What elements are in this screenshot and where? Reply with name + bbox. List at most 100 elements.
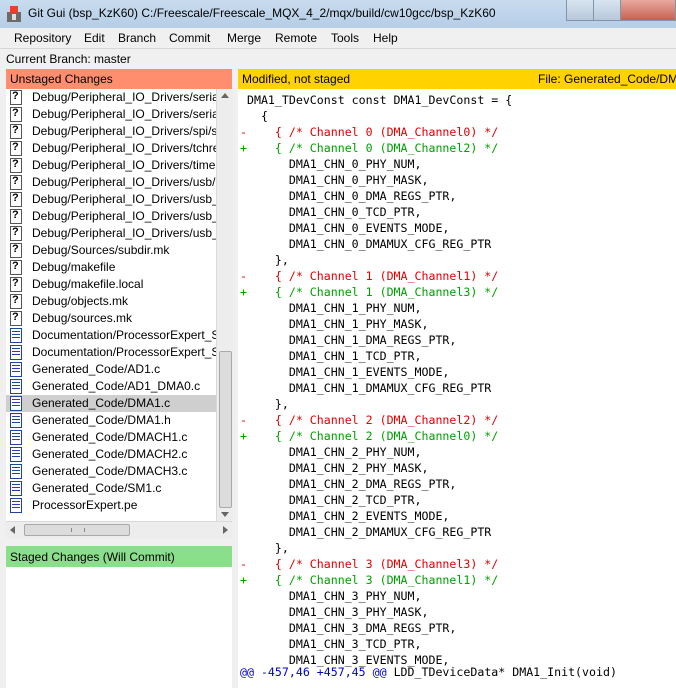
file-list-item[interactable]: Debug/Peripheral_IO_Drivers/usb_	[6, 191, 216, 208]
modified-file-icon[interactable]	[10, 396, 22, 411]
unknown-file-icon[interactable]	[10, 294, 22, 309]
file-name: Debug/Peripheral_IO_Drivers/usb_	[32, 226, 216, 240]
file-name: Debug/Peripheral_IO_Drivers/usb_	[32, 209, 216, 223]
file-name: Generated_Code/DMACH1.c	[32, 430, 188, 444]
scrollbar-thumb[interactable]	[219, 351, 232, 508]
diff-line-context: },	[240, 541, 289, 555]
modified-file-icon[interactable]	[10, 362, 22, 377]
menu-branch[interactable]: Branch	[118, 31, 156, 45]
diff-line-context: DMA1_CHN_0_PHY_NUM,	[240, 157, 422, 171]
unknown-file-icon[interactable]	[10, 209, 22, 224]
file-list-item[interactable]: Documentation/ProcessorExpert_S	[6, 327, 216, 344]
diff-viewer[interactable]: @@ -457,46 +457,45 @@ LDD_TDeviceData* D…	[238, 89, 676, 688]
menu-repository[interactable]: Repository	[14, 31, 71, 45]
file-list-item[interactable]: Generated_Code/DMACH2.c	[6, 446, 216, 463]
modified-file-icon[interactable]	[10, 379, 22, 394]
modified-file-icon[interactable]	[10, 430, 22, 445]
file-list-item[interactable]: Generated_Code/DMACH3.c	[6, 463, 216, 480]
unknown-file-icon[interactable]	[10, 243, 22, 258]
unknown-file-icon[interactable]	[10, 141, 22, 156]
scroll-down-arrow-icon[interactable]	[221, 512, 229, 517]
unknown-file-icon[interactable]	[10, 107, 22, 122]
file-name: Generated_Code/AD1.c	[32, 362, 161, 376]
window-title: Git Gui (bsp_KzK60) C:/Freescale/Freesca…	[28, 6, 496, 20]
file-list-item[interactable]: Debug/objects.mk	[6, 293, 216, 310]
scroll-up-arrow-icon[interactable]	[221, 93, 229, 98]
diff-line-context: DMA1_CHN_1_PHY_NUM,	[240, 301, 422, 315]
file-list-item[interactable]: Debug/Peripheral_IO_Drivers/serial	[6, 106, 216, 123]
file-name: Documentation/ProcessorExpert_S	[32, 328, 216, 342]
menu-commit[interactable]: Commit	[169, 31, 210, 45]
maximize-button[interactable]	[593, 0, 621, 21]
file-list-item[interactable]: ProcessorExpert.pe	[6, 497, 216, 514]
file-name: Debug/Peripheral_IO_Drivers/serial	[32, 107, 216, 121]
unknown-file-icon[interactable]	[10, 226, 22, 241]
file-list-item[interactable]: Debug/Peripheral_IO_Drivers/timer	[6, 157, 216, 174]
file-list-item[interactable]: Debug/Peripheral_IO_Drivers/usb/	[6, 174, 216, 191]
file-list-item[interactable]: Debug/Peripheral_IO_Drivers/spi/s	[6, 123, 216, 140]
file-name: Generated_Code/SM1.c	[32, 481, 162, 495]
close-button[interactable]	[620, 0, 676, 21]
diff-line-removed: - { /* Channel 3 (DMA_Channel3) */	[240, 557, 499, 571]
unknown-file-icon[interactable]	[10, 158, 22, 173]
unknown-file-icon[interactable]	[10, 124, 22, 139]
file-list-item[interactable]: Debug/Peripheral_IO_Drivers/usb_	[6, 225, 216, 242]
file-name: Debug/Peripheral_IO_Drivers/usb/	[32, 175, 216, 189]
menu-remote[interactable]: Remote	[275, 31, 317, 45]
file-list-item[interactable]: Generated_Code/SM1.c	[6, 480, 216, 497]
file-name: Debug/objects.mk	[32, 294, 129, 308]
file-list-item[interactable]: Debug/Peripheral_IO_Drivers/tchre	[6, 140, 216, 157]
file-list-item[interactable]: Documentation/ProcessorExpert_S	[6, 344, 216, 361]
file-name: Generated_Code/DMACH2.c	[32, 447, 188, 461]
staged-file-list[interactable]	[6, 567, 232, 688]
file-name: Debug/Peripheral_IO_Drivers/spi/s	[32, 124, 216, 138]
diff-line-context: DMA1_CHN_0_PHY_MASK,	[240, 173, 429, 187]
scrollbar-thumb[interactable]	[24, 524, 130, 536]
modified-file-icon[interactable]	[10, 498, 22, 513]
file-list-item[interactable]: Debug/Sources/subdir.mk	[6, 242, 216, 259]
unknown-file-icon[interactable]	[10, 175, 22, 190]
menu-bar: Repository Edit Branch Commit Merge Remo…	[0, 28, 676, 49]
diff-line-context: DMA1_CHN_2_TCD_PTR,	[240, 493, 422, 507]
menu-help[interactable]: Help	[373, 31, 398, 45]
unstaged-file-list[interactable]: Debug/Peripheral_IO_Drivers/serial Debug/…	[6, 89, 216, 521]
file-list-item[interactable]: Debug/makefile	[6, 259, 216, 276]
diff-line-context: DMA1_CHN_1_DMA_REGS_PTR,	[240, 333, 457, 347]
diff-line-context: DMA1_CHN_0_EVENTS_MODE,	[240, 221, 450, 235]
unstaged-changes-header: Unstaged Changes	[6, 69, 232, 89]
modified-file-icon[interactable]	[10, 345, 22, 360]
diff-line-context: DMA1_TDevConst const DMA1_DevConst = {	[240, 93, 513, 107]
modified-file-icon[interactable]	[10, 464, 22, 479]
menu-tools[interactable]: Tools	[331, 31, 359, 45]
file-list-item[interactable]: Debug/Peripheral_IO_Drivers/serial	[6, 89, 216, 106]
unknown-file-icon[interactable]	[10, 277, 22, 292]
modified-file-icon[interactable]	[10, 413, 22, 428]
scroll-right-arrow-icon[interactable]	[223, 526, 228, 534]
unknown-file-icon[interactable]	[10, 260, 22, 275]
unstaged-horizontal-scrollbar[interactable]	[6, 521, 232, 538]
file-name: Generated_Code/DMA1.h	[32, 413, 171, 427]
modified-file-icon[interactable]	[10, 447, 22, 462]
file-list-item[interactable]: Debug/Peripheral_IO_Drivers/usb_	[6, 208, 216, 225]
diff-line-added: + { /* Channel 2 (DMA_Channel0) */	[240, 429, 499, 443]
file-list-item[interactable]: Generated_Code/DMA1.h	[6, 412, 216, 429]
menu-edit[interactable]: Edit	[84, 31, 105, 45]
modified-file-icon[interactable]	[10, 328, 22, 343]
file-list-item[interactable]: Generated_Code/DMA1.c	[6, 395, 216, 412]
file-list-item[interactable]: Debug/sources.mk	[6, 310, 216, 327]
unknown-file-icon[interactable]	[10, 192, 22, 207]
scroll-left-arrow-icon[interactable]	[10, 526, 15, 534]
unstaged-vertical-scrollbar[interactable]	[216, 89, 233, 521]
file-list-item[interactable]: Generated_Code/AD1.c	[6, 361, 216, 378]
diff-header: Modified, not staged File: Generated_Cod…	[238, 69, 676, 89]
file-list-item[interactable]: Generated_Code/DMACH1.c	[6, 429, 216, 446]
minimize-button[interactable]	[566, 0, 594, 21]
menu-merge[interactable]: Merge	[227, 31, 261, 45]
unknown-file-icon[interactable]	[10, 90, 22, 105]
file-name: Debug/Peripheral_IO_Drivers/usb_	[32, 192, 216, 206]
unknown-file-icon[interactable]	[10, 311, 22, 326]
file-list-item[interactable]: Generated_Code/AD1_DMA0.c	[6, 378, 216, 395]
diff-line-context: DMA1_CHN_0_TCD_PTR,	[240, 205, 422, 219]
file-list-item[interactable]: Debug/makefile.local	[6, 276, 216, 293]
modified-file-icon[interactable]	[10, 481, 22, 496]
